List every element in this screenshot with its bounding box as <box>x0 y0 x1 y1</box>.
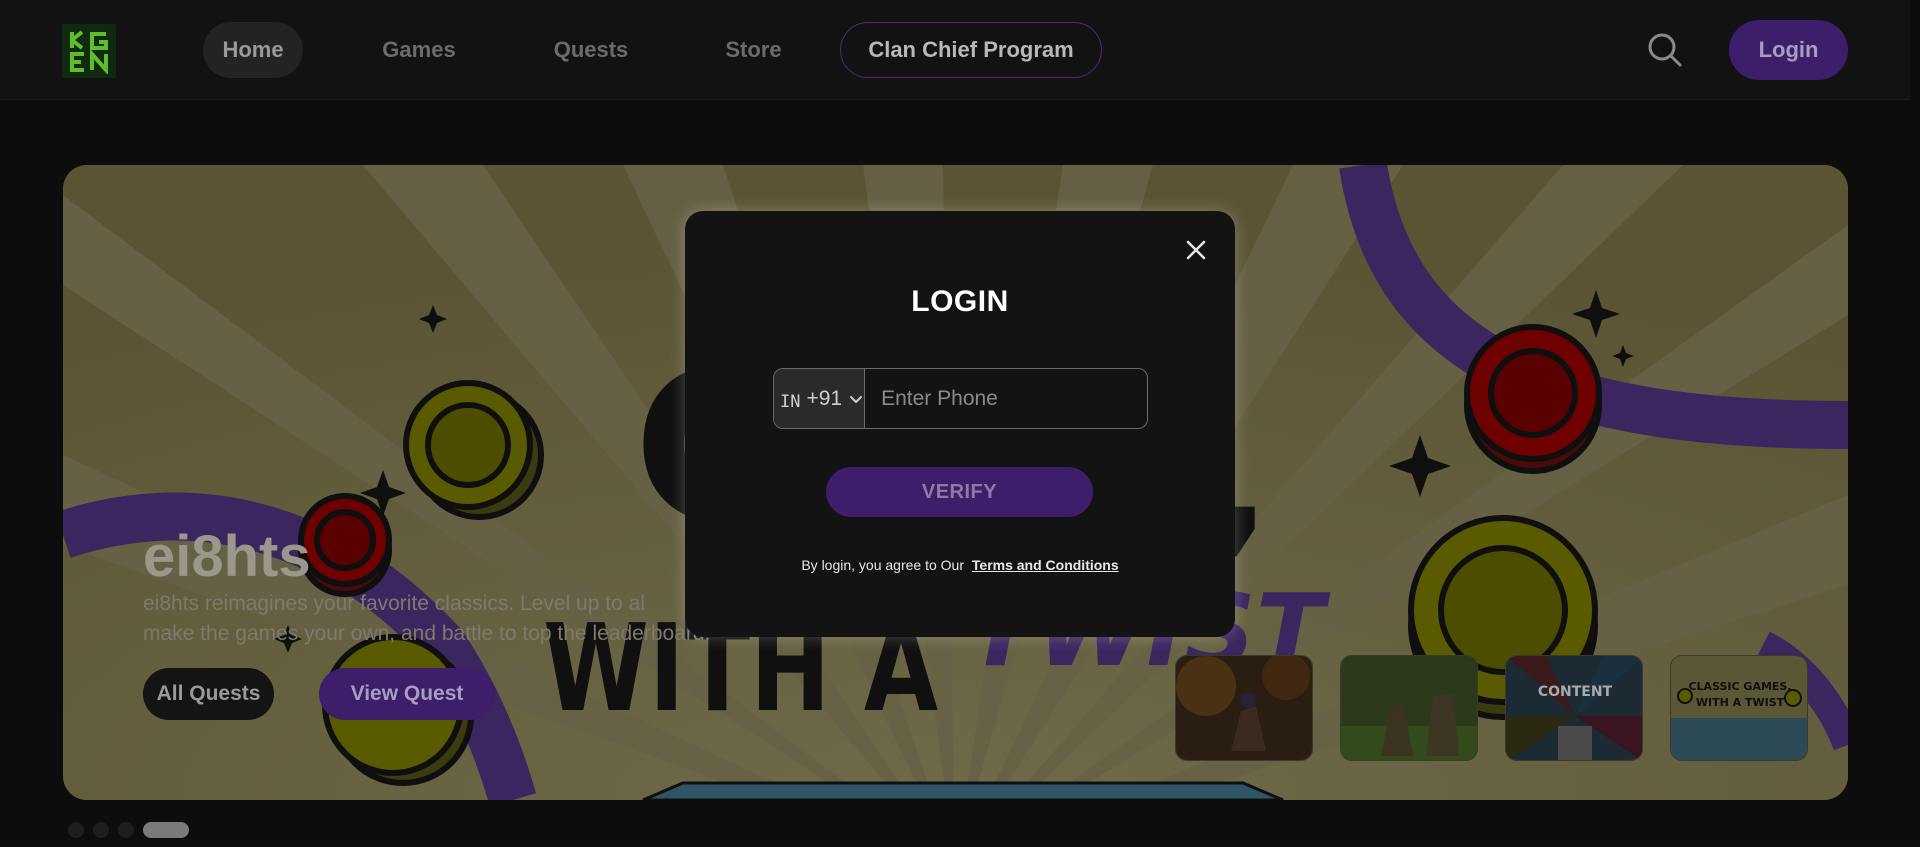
terms-link[interactable]: Terms and Conditions <box>972 557 1119 573</box>
game-thumbnail[interactable] <box>1175 655 1313 761</box>
country-code: +91 <box>806 386 843 410</box>
carousel-dots <box>68 822 189 838</box>
verify-button[interactable]: VERIFY <box>826 467 1093 517</box>
carousel-dot-active[interactable] <box>143 822 189 838</box>
login-modal: LOGIN IN +91 VERIFY By login, you agree … <box>685 211 1235 637</box>
svg-text:CLASSIC GAMES,: CLASSIC GAMES, <box>1688 680 1791 693</box>
terms-notice: By login, you agree to Our Terms and Con… <box>685 557 1235 573</box>
hero-title: ei8hts <box>143 524 311 589</box>
all-quests-button[interactable]: All Quests <box>143 668 274 720</box>
view-quest-button[interactable]: View Quest <box>319 668 495 720</box>
game-thumbnail[interactable]: CONTENT <box>1505 655 1643 761</box>
country-flag: IN <box>780 391 801 412</box>
nav-store[interactable]: Store <box>712 22 795 78</box>
top-navbar: Home Games Quests Store Clan Chief Progr… <box>0 0 1910 100</box>
carousel-dot[interactable] <box>118 822 134 838</box>
modal-title: LOGIN <box>911 285 1009 318</box>
close-icon[interactable] <box>1184 238 1208 262</box>
game-thumbnail[interactable] <box>1340 655 1478 761</box>
kgen-logo-mark <box>70 30 108 74</box>
kgen-logo[interactable] <box>62 24 116 78</box>
login-button[interactable]: Login <box>1729 20 1848 80</box>
terms-prefix: By login, you agree to Our <box>801 557 964 573</box>
clan-chief-program-button[interactable]: Clan Chief Program <box>840 22 1102 78</box>
game-thumbnail[interactable]: CLASSIC GAMES, WITH A TWIST <box>1670 655 1808 761</box>
thumbnail-label: CONTENT <box>1538 684 1613 700</box>
chevron-down-icon <box>850 395 863 403</box>
country-code-select[interactable]: IN +91 <box>774 369 866 428</box>
carousel-dot[interactable] <box>68 822 84 838</box>
search-icon[interactable] <box>1645 30 1685 70</box>
phone-input[interactable] <box>865 369 1147 428</box>
svg-text:WITH A TWIST: WITH A TWIST <box>1696 696 1785 709</box>
nav-quests[interactable]: Quests <box>545 22 637 78</box>
nav-home[interactable]: Home <box>203 22 303 78</box>
phone-field-group: IN +91 <box>773 368 1148 429</box>
carousel-dot[interactable] <box>93 822 109 838</box>
nav-games[interactable]: Games <box>368 22 470 78</box>
